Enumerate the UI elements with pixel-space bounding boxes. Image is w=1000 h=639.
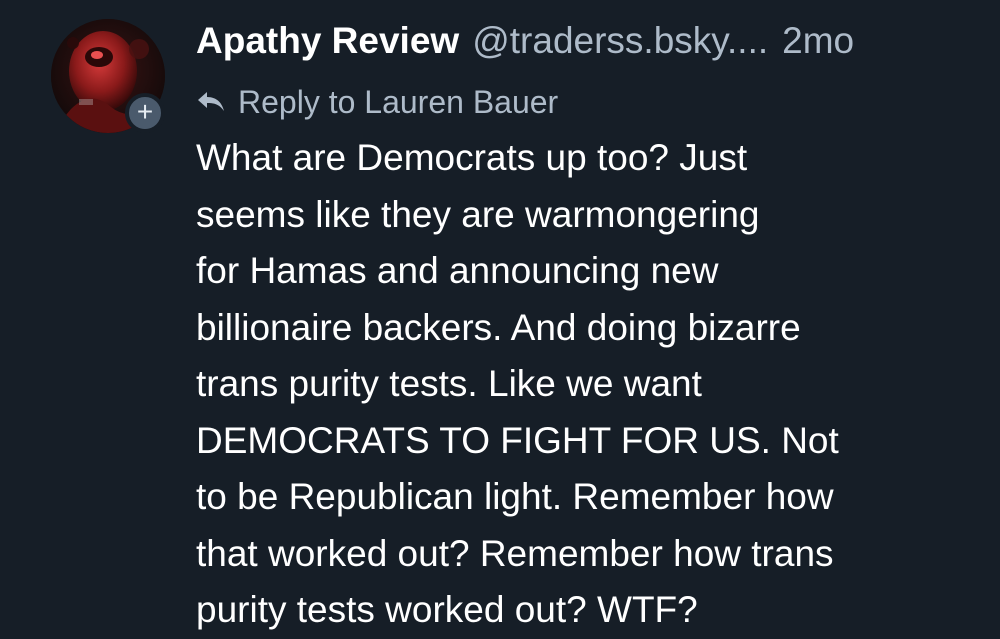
avatar-container: + <box>51 19 165 133</box>
author-handle[interactable]: @traderss.bsky.... <box>472 20 768 62</box>
post-body-line: that worked out? Remember how trans <box>196 532 834 574</box>
post-content: Apathy Review @traderss.bsky.... 2mo Rep… <box>196 20 986 639</box>
post-body-line: seems like they are warmongering <box>196 193 760 235</box>
post-body-line: for Hamas and announcing new <box>196 250 719 291</box>
post-header: Apathy Review @traderss.bsky.... 2mo <box>196 20 986 74</box>
post-body-line: purity tests worked out? WTF? <box>196 589 698 630</box>
post-body-line: What are Democrats up too? Just <box>196 137 748 178</box>
post-body: What are Democrats up too? Just seems li… <box>196 130 986 639</box>
follow-button[interactable]: + <box>125 93 165 133</box>
author-display-name[interactable]: Apathy Review <box>196 20 459 62</box>
post-timestamp[interactable]: 2mo <box>782 20 854 62</box>
reply-arrow-icon <box>198 92 224 111</box>
post-body-line: DEMOCRATS TO FIGHT FOR US. Not <box>196 419 839 461</box>
post-body-line: billionaire backers. And doing bizarre <box>196 306 801 348</box>
reply-to-text: Reply to Lauren Bauer <box>238 83 559 120</box>
plus-icon: + <box>136 96 154 127</box>
post-body-line: trans purity tests. Like we want <box>196 363 702 404</box>
post-card[interactable]: + Apathy Review @traderss.bsky.... 2mo R… <box>0 0 1000 638</box>
post-body-line: to be Republican light. Remember how <box>196 476 834 517</box>
reply-to-link[interactable]: Reply to Lauren Bauer <box>196 76 986 128</box>
